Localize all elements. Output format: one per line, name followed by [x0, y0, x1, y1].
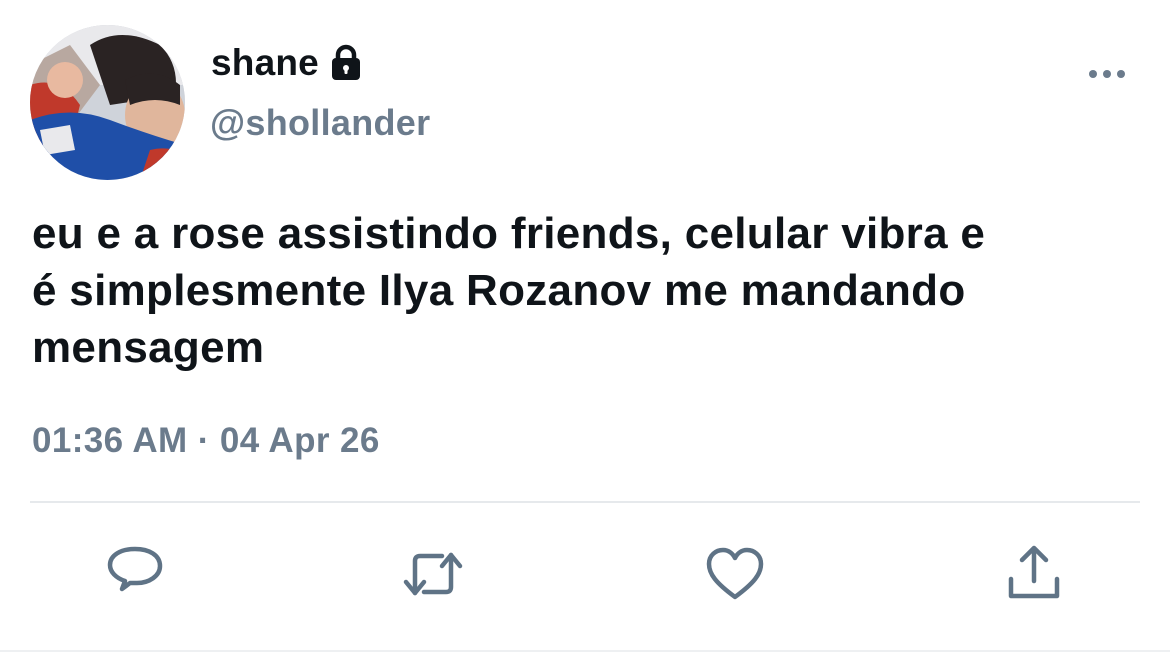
display-name[interactable]: shane [211, 42, 319, 84]
comment-icon[interactable] [104, 543, 166, 605]
heart-icon[interactable] [704, 543, 766, 605]
divider [30, 501, 1140, 503]
profile-photo [30, 25, 185, 180]
bottom-divider [0, 650, 1170, 652]
more-options-icon[interactable] [1085, 62, 1129, 86]
retweet-icon[interactable] [402, 543, 464, 605]
tweet-card: shane @shollander eu e a rose assistindo… [0, 0, 1170, 666]
handle[interactable]: @shollander [210, 102, 430, 144]
author-name-row: shane [211, 38, 363, 88]
tweet-timestamp[interactable]: 01:36 AM · 04 Apr 26 [32, 421, 380, 461]
avatar[interactable] [30, 25, 185, 180]
tweet-text: eu e a rose assistindo friends, celular … [32, 209, 986, 372]
share-icon[interactable] [1003, 543, 1065, 605]
lock-icon [331, 44, 360, 80]
